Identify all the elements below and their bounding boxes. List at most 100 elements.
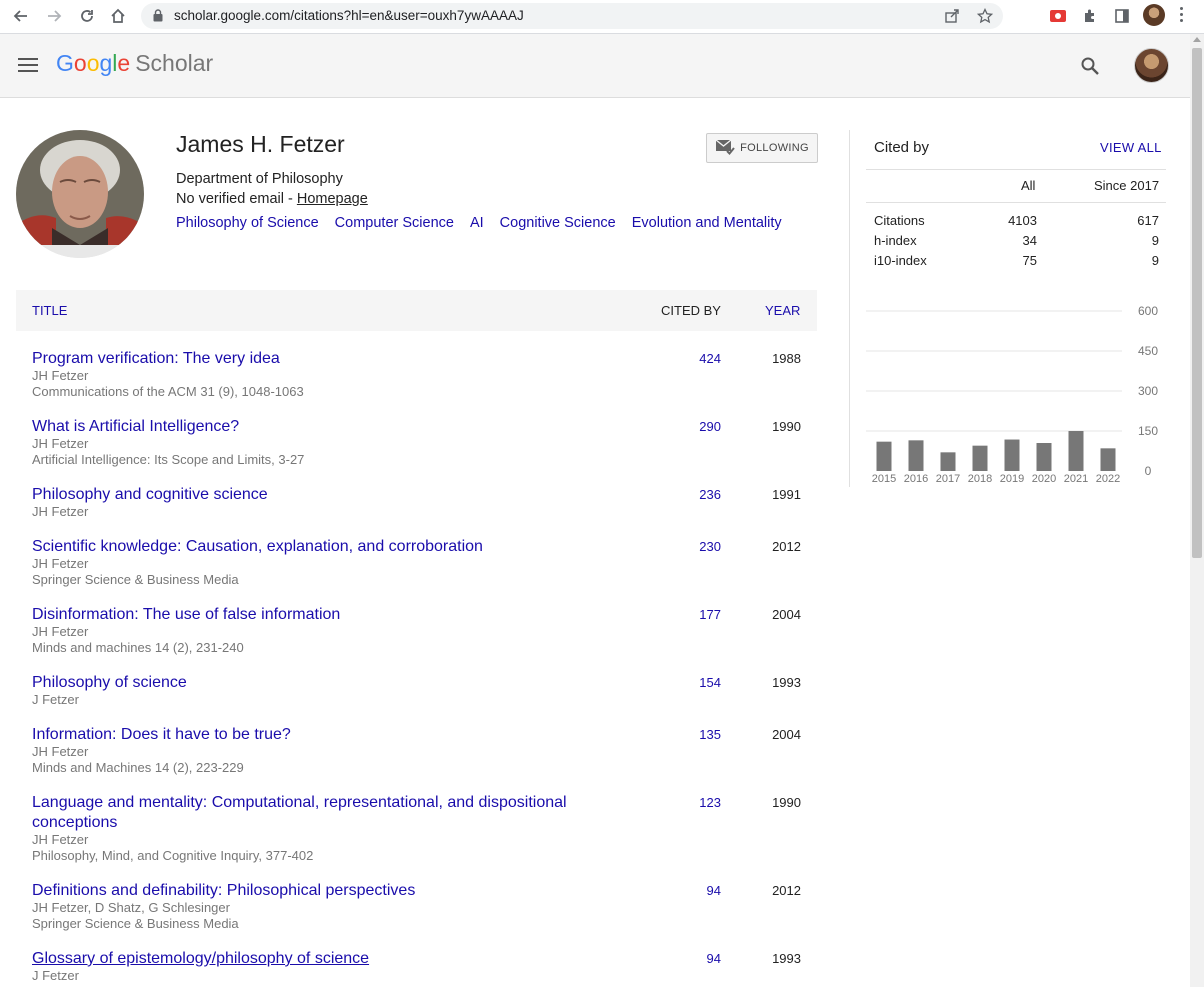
stat-all: 75: [1022, 253, 1037, 268]
logo-scholar-word: Scholar: [135, 50, 214, 76]
article-cited-count[interactable]: 154: [646, 675, 721, 690]
interest-link[interactable]: Computer Science: [335, 215, 454, 231]
article-title[interactable]: Definitions and definability: Philosophi…: [32, 881, 592, 901]
stat-label: h-index: [874, 233, 917, 248]
article-year: 2004: [772, 607, 801, 622]
article-cited-count[interactable]: 230: [646, 539, 721, 554]
homepage-link[interactable]: Homepage: [297, 191, 368, 207]
article-venue: Philosophy, Mind, and Cognitive Inquiry,…: [32, 848, 314, 863]
sort-by-title[interactable]: TITLE: [32, 303, 67, 318]
sort-by-cited[interactable]: CITED BY: [661, 303, 721, 318]
mail-check-icon: [715, 138, 735, 158]
email-text: No verified email -: [176, 191, 297, 207]
article-authors: JH Fetzer: [32, 832, 89, 847]
extensions-puzzle-icon[interactable]: [1079, 5, 1101, 27]
article-cited-count[interactable]: 236: [646, 487, 721, 502]
article-cited-count[interactable]: 177: [646, 607, 721, 622]
article-year: 1993: [772, 675, 801, 690]
chart-xtick-label: 2019: [1000, 473, 1024, 485]
stat-since: 9: [1151, 253, 1159, 268]
back-icon[interactable]: [10, 5, 32, 27]
research-interests: Philosophy of Science Computer Science A…: [176, 215, 782, 231]
article-title[interactable]: Glossary of epistemology/philosophy of s…: [32, 949, 592, 969]
chart-bar[interactable]: [940, 452, 956, 471]
chart-bar[interactable]: [1068, 431, 1084, 471]
article-title[interactable]: Program verification: The very idea: [32, 349, 592, 369]
address-bar[interactable]: scholar.google.com/citations?hl=en&user=…: [141, 3, 1003, 29]
divider: [866, 202, 1166, 203]
interest-link[interactable]: Philosophy of Science: [176, 215, 319, 231]
article-authors: JH Fetzer: [32, 504, 89, 519]
scroll-up-arrow-icon[interactable]: [1193, 37, 1201, 42]
chart-xtick-label: 2022: [1096, 473, 1120, 485]
stat-label: i10-index: [874, 253, 927, 268]
page-scrollbar[interactable]: [1190, 34, 1204, 987]
article-authors: JH Fetzer, D Shatz, G Schlesinger: [32, 900, 230, 915]
article-title[interactable]: Language and mentality: Computational, r…: [32, 793, 592, 833]
chart-bar[interactable]: [1100, 448, 1116, 471]
profile-email: No verified email - Homepage: [176, 191, 368, 207]
article-cited-count[interactable]: 94: [646, 951, 721, 966]
article-cited-count[interactable]: 123: [646, 795, 721, 810]
col-all: All: [1021, 178, 1036, 193]
article-venue: Artificial Intelligence: Its Scope and L…: [32, 452, 305, 467]
chart-ytick-label: 300: [1138, 384, 1158, 398]
stat-all: 34: [1022, 233, 1037, 248]
logo-letter: o: [86, 50, 100, 76]
interest-link[interactable]: AI: [470, 215, 484, 231]
article-title[interactable]: Philosophy of science: [32, 673, 592, 693]
chart-ytick-label: 600: [1138, 304, 1158, 318]
chart-bar[interactable]: [908, 440, 924, 471]
account-avatar[interactable]: [1134, 48, 1169, 83]
article-title[interactable]: Disinformation: The use of false informa…: [32, 605, 592, 625]
forward-icon[interactable]: [43, 5, 65, 27]
article-venue: Minds and machines 14 (2), 231-240: [32, 640, 244, 655]
article-authors: JH Fetzer: [32, 556, 89, 571]
article-title[interactable]: Philosophy and cognitive science: [32, 485, 592, 505]
chart-ytick-label: 450: [1138, 344, 1158, 358]
stat-row: h-index 34 9: [866, 233, 1166, 253]
interest-link[interactable]: Cognitive Science: [500, 215, 616, 231]
menu-icon[interactable]: [18, 58, 38, 76]
article-title[interactable]: What is Artificial Intelligence?: [32, 417, 592, 437]
side-panel-icon[interactable]: [1111, 5, 1133, 27]
chart-xtick-label: 2016: [904, 473, 928, 485]
following-button[interactable]: FOLLOWING: [706, 133, 818, 163]
profile-name: James H. Fetzer: [176, 131, 345, 157]
stat-since: 617: [1137, 213, 1159, 228]
reload-icon[interactable]: [76, 5, 98, 27]
article-title[interactable]: Scientific knowledge: Causation, explana…: [32, 537, 592, 557]
article-year: 1993: [772, 951, 801, 966]
url-text: scholar.google.com/citations?hl=en&user=…: [174, 8, 524, 23]
article-title[interactable]: Information: Does it have to be true?: [32, 725, 592, 745]
google-scholar-logo[interactable]: Google Scholar: [56, 50, 213, 77]
browser-profile-avatar[interactable]: [1143, 4, 1165, 26]
scrollbar-thumb[interactable]: [1192, 48, 1202, 558]
stat-row: i10-index 75 9: [866, 253, 1166, 273]
article-venue: Minds and Machines 14 (2), 223-229: [32, 760, 244, 775]
share-icon[interactable]: [944, 8, 962, 26]
home-icon[interactable]: [107, 5, 129, 27]
article-cited-count[interactable]: 424: [646, 351, 721, 366]
chart-bar[interactable]: [972, 445, 988, 471]
extension-red-icon[interactable]: [1047, 5, 1069, 27]
article-authors: J Fetzer: [32, 968, 79, 983]
sort-by-year[interactable]: YEAR: [765, 303, 800, 318]
view-all-link[interactable]: VIEW ALL: [1100, 140, 1162, 155]
article-cited-count[interactable]: 135: [646, 727, 721, 742]
browser-menu-icon[interactable]: [1180, 7, 1184, 25]
chart-bar[interactable]: [1004, 439, 1020, 471]
interest-link[interactable]: Evolution and Mentality: [632, 215, 782, 231]
article-cited-count[interactable]: 290: [646, 419, 721, 434]
chart-bar[interactable]: [876, 441, 892, 471]
stat-all: 4103: [1008, 213, 1037, 228]
article-venue: Springer Science & Business Media: [32, 916, 239, 931]
chart-bar[interactable]: [1036, 443, 1052, 471]
article-cited-count[interactable]: 94: [646, 883, 721, 898]
stat-since: 9: [1151, 233, 1159, 248]
article-year: 2012: [772, 883, 801, 898]
article-authors: J Fetzer: [32, 692, 79, 707]
search-icon[interactable]: [1080, 56, 1100, 81]
divider: [866, 169, 1166, 170]
bookmark-star-icon[interactable]: [976, 7, 995, 26]
